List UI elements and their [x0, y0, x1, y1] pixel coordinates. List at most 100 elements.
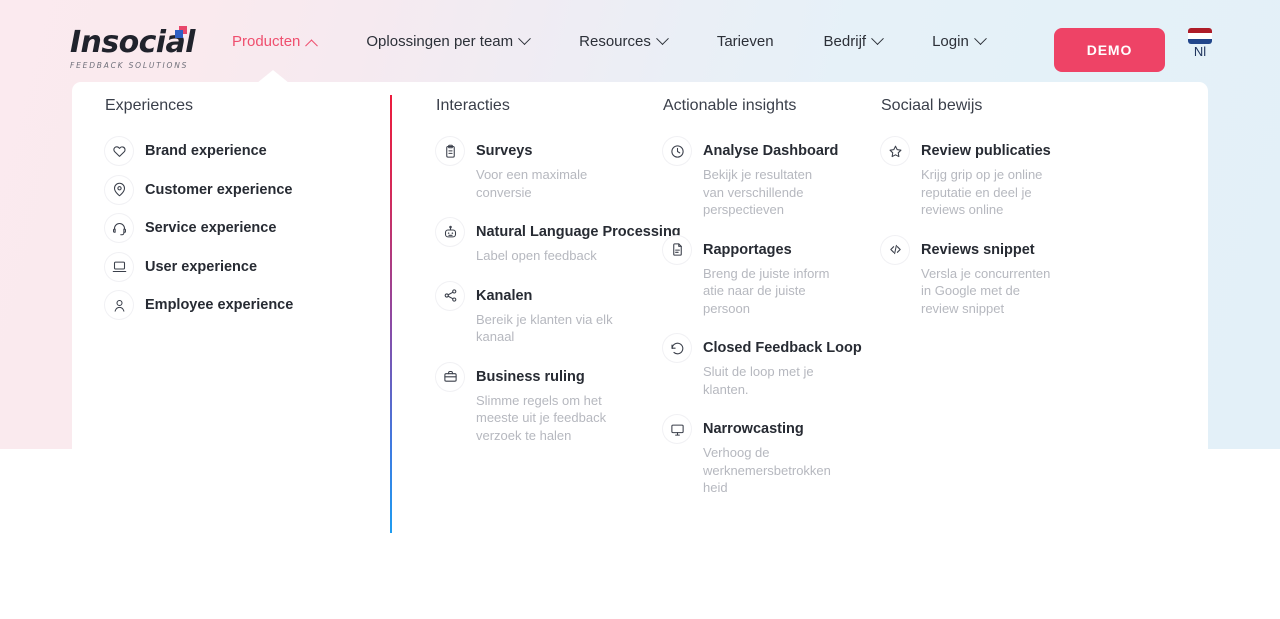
menu-item-label: Business ruling: [476, 368, 585, 385]
menu-item-description: Verhoog de werknemersbetrokken heid: [703, 445, 831, 495]
person-icon: [105, 291, 133, 319]
clipboard-icon: [436, 137, 464, 165]
location-pin-icon: [105, 175, 133, 204]
menu-item-rapportages[interactable]: Rapportages Breng de juiste inform atie n…: [663, 235, 865, 318]
menu-item-user-experience[interactable]: User experience: [105, 252, 390, 281]
gradient-divider: [390, 95, 392, 533]
column-title: Actionable insights: [663, 97, 797, 114]
column-title: Experiences: [105, 97, 194, 114]
menu-item-brand-experience[interactable]: Brand experience: [105, 137, 390, 165]
menu-item-service-experience[interactable]: Service experience: [105, 214, 390, 242]
netherlands-flag-icon: [1188, 28, 1212, 44]
logo-wordmark: Insocial: [70, 25, 195, 60]
chevron-down-icon: [871, 31, 884, 45]
page-root: Insocial FEEDBACK SOLUTIONS Producten Opl…: [0, 0, 1280, 619]
menu-item-kanalen[interactable]: Kanalen Bereik je klanten via elk kanaal: [436, 281, 650, 346]
menu-item-customer-experience[interactable]: Customer experience: [105, 175, 390, 204]
refresh-loop-icon: [663, 334, 691, 362]
menu-item-description: Label open feedback: [476, 248, 597, 263]
menu-item-label: Rapportages: [703, 241, 792, 258]
star-icon: [881, 137, 909, 165]
main-navigation: Producten Oplossingen per team Resources Ta…: [232, 0, 1011, 82]
menu-item-label: Reviews snippet: [921, 241, 1035, 258]
chevron-down-icon: [518, 31, 532, 45]
language-switcher[interactable]: Nl: [1186, 28, 1214, 59]
insocial-logo[interactable]: Insocial FEEDBACK SOLUTIONS: [70, 25, 230, 72]
menu-item-label: Analyse Dashboard: [703, 143, 839, 159]
dropdown-column-experiences: Experiences Brand experience Customer expe…: [72, 82, 390, 449]
language-label: Nl: [1193, 44, 1207, 59]
demo-button[interactable]: DEMO: [1054, 28, 1165, 72]
nav-item-producten[interactable]: Producten: [232, 32, 342, 52]
menu-item-description: Versla je concurrenten in Google met de …: [921, 265, 1051, 316]
menu-item-text: User experience: [145, 257, 257, 277]
dropdown-column-interacties: Interacties Surveys Voor een maximale conv…: [390, 82, 681, 449]
menu-item-text: Analyse Dashboard Bekijk je resultaten va…: [703, 141, 838, 219]
menu-item-label: Customer experience: [145, 181, 293, 198]
nav-item-login[interactable]: Login: [932, 31, 1011, 50]
menu-item-label: Narrowcasting: [703, 421, 804, 437]
menu-item-analyse-dashboard[interactable]: Analyse Dashboard Bekijk je resultaten va…: [663, 137, 865, 219]
menu-item-description: Slimme regels om het meeste uit je feedb…: [476, 392, 607, 443]
menu-item-text: Employee experience: [145, 295, 293, 315]
headset-icon: [105, 214, 133, 242]
nav-item-oplossingen-per-team[interactable]: Oplossingen per team: [366, 31, 555, 50]
nav-item-bedrijf[interactable]: Bedrijf: [823, 31, 909, 50]
nav-item-label: Producten: [232, 32, 301, 50]
menu-item-text: Service experience: [145, 218, 276, 238]
menu-item-description: Krijg grip op je online reputatie en dee…: [921, 167, 1043, 217]
menu-item-surveys[interactable]: Surveys Voor een maximale conversie: [436, 137, 650, 201]
dropdown-column-actionable-insights: Actionable insights Analyse Dashboard Beki…: [650, 82, 865, 495]
chevron-up-icon: [305, 38, 319, 52]
menu-item-label: Kanalen: [476, 287, 533, 304]
logo-mark-icon: [175, 26, 188, 39]
nav-item-label: Oplossingen per team: [366, 32, 514, 50]
menu-item-text: Reviews snippet Versla je concurrenten in…: [921, 240, 1056, 318]
menu-item-text: Closed Feedback Loop Sluit de loop met je…: [703, 338, 862, 398]
menu-item-label: Review publicaties: [921, 143, 1051, 159]
menu-item-text: Narrowcasting Verhoog de werknemersbetrok…: [703, 419, 833, 497]
monitor-icon: [663, 415, 691, 443]
menu-item-description: Bekijk je resultaten van verschillende p…: [703, 167, 813, 217]
menu-item-text: Rapportages Breng de juiste inform atie n…: [703, 240, 833, 318]
menu-item-label: Closed Feedback Loop: [703, 340, 862, 356]
menu-item-label: Brand experience: [145, 143, 267, 159]
site-header: Insocial FEEDBACK SOLUTIONS Producten Opl…: [0, 0, 1280, 82]
chevron-down-icon: [973, 31, 987, 45]
menu-item-review-publicaties[interactable]: Review publicaties Krijg grip op je onlin…: [881, 137, 1125, 219]
nav-item-label: Login: [932, 32, 969, 50]
column-title: Interacties: [436, 97, 510, 114]
code-brackets-icon: [881, 235, 909, 264]
menu-item-label: Service experience: [145, 220, 277, 236]
menu-item-text: Brand experience: [145, 141, 267, 161]
menu-item-narrowcasting[interactable]: Narrowcasting Verhoog de werknemersbetrok…: [663, 415, 865, 497]
menu-item-natural-language-processing[interactable]: Natural Language Processing Label open fe…: [436, 218, 681, 265]
laptop-icon: [105, 252, 133, 281]
producten-dropdown-panel: Experiences Brand experience Customer expe…: [72, 82, 1208, 533]
briefcase-icon: [436, 362, 464, 391]
menu-item-label: Surveys: [476, 143, 533, 159]
robot-icon: [436, 218, 464, 246]
column-title: Sociaal bewijs: [881, 97, 983, 114]
nav-item-label: Bedrijf: [823, 32, 867, 50]
menu-item-business-ruling[interactable]: Business ruling Slimme regels om het mees…: [436, 362, 650, 445]
nav-item-label: Tarieven: [716, 32, 774, 50]
menu-item-closed-feedback-loop[interactable]: Closed Feedback Loop Sluit de loop met je…: [663, 334, 865, 398]
menu-item-description: Voor een maximale conversie: [476, 167, 588, 200]
menu-item-text: Customer experience: [145, 180, 292, 200]
dropdown-column-sociaal-bewijs: Sociaal bewijs Review publicaties Krijg gr…: [865, 82, 1125, 449]
share-nodes-icon: [436, 281, 464, 310]
menu-item-employee-experience[interactable]: Employee experience: [105, 291, 390, 319]
menu-item-reviews-snippet[interactable]: Reviews snippet Versla je concurrenten in…: [881, 235, 1125, 318]
menu-item-label: User experience: [145, 258, 258, 275]
dropdown-columns: Experiences Brand experience Customer expe…: [72, 82, 1208, 495]
menu-item-text: Surveys Voor een maximale conversie: [476, 141, 616, 201]
menu-item-description: Bereik je klanten via elk kanaal: [476, 311, 613, 345]
nav-item-tarieven[interactable]: Tarieven: [717, 33, 800, 50]
menu-item-description: Breng de juiste inform atie naar de juis…: [703, 265, 830, 316]
menu-item-text: Business ruling Slimme regels om het mees…: [476, 367, 616, 445]
clock-pie-icon: [663, 137, 691, 165]
nav-item-resources[interactable]: Resources: [579, 31, 693, 50]
heart-icon: [105, 137, 133, 165]
menu-item-description: Sluit de loop met je klanten.: [703, 364, 814, 397]
